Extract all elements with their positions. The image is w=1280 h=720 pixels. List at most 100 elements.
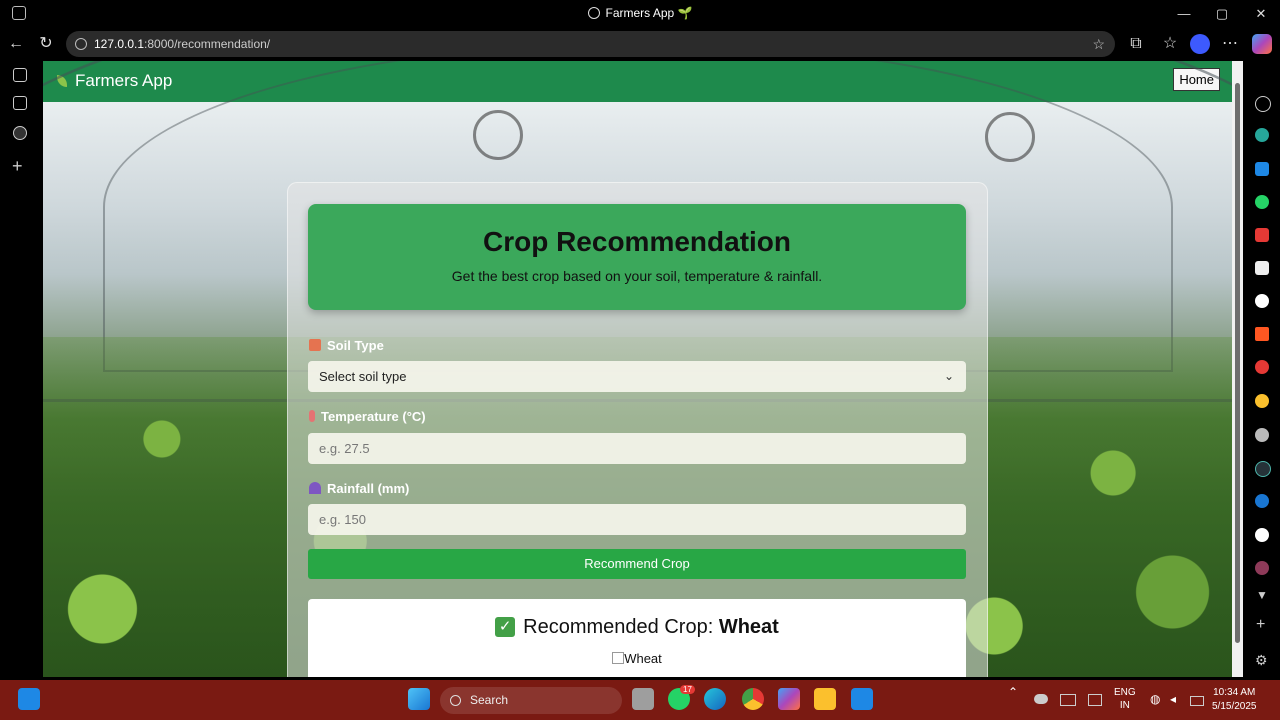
refresh-button[interactable]: ↻ [36,34,56,54]
network-icon[interactable]: ◍ [1150,693,1160,706]
onedrive-icon[interactable] [1034,694,1048,704]
more-menu-icon[interactable]: ⋯ [1220,34,1240,54]
favorite-star-icon[interactable]: ☆ [1092,31,1105,57]
browser-toolbar: ← ↻ 127.0.0.1:8000/recommendation/ ☆ ⧉ ☆… [0,28,1280,60]
crop-image-placeholder: Wheat [612,651,662,666]
soil-type-select[interactable]: Select soil type ⌄ [308,361,966,392]
page-title: Crop Recommendation [482,226,792,257]
result-prefix: Recommended Crop: [523,616,719,638]
github-icon[interactable] [1255,294,1269,308]
region-code: IN [1119,700,1130,711]
recommend-crop-button[interactable]: Recommend Crop [308,549,966,579]
taskbar-search-label: Search [470,693,509,707]
soil-type-label-text: Soil Type [327,338,384,353]
display-icon[interactable] [1088,694,1102,706]
sidebar-app-icon-6[interactable] [1255,494,1269,508]
edge-icon[interactable] [704,688,726,710]
chevron-down-icon[interactable]: ▼ [1256,588,1268,602]
youtube-icon[interactable] [1255,228,1269,242]
soil-type-selected: Select soil type [319,369,407,384]
recommendation-card: Crop Recommendation Get the best crop ba… [287,182,988,677]
address-bar[interactable]: 127.0.0.1:8000/recommendation/ ☆ [66,31,1115,57]
clock-time: 10:34 AM [1213,687,1256,698]
show-hidden-icons[interactable]: ⌃ [1008,686,1018,699]
minimize-button[interactable]: — [1172,4,1196,24]
new-tab-icon[interactable]: + [12,156,23,177]
page-viewport: Farmers App Home Crop Recommendation Get… [43,61,1232,677]
whatsapp-icon[interactable] [1255,195,1269,209]
maximize-button[interactable]: ▢ [1210,4,1234,24]
widgets-icon[interactable] [18,688,40,710]
google-icon[interactable] [1255,528,1269,542]
profile-t-icon[interactable] [1255,561,1269,575]
recommended-crop: Wheat [718,616,779,638]
clock-date: 5/15/2025 [1212,701,1257,712]
rainfall-label-text: Rainfall (mm) [327,481,410,496]
back-button[interactable]: ← [6,34,26,54]
windows-taskbar: Search 17 ⌃ ENG IN ◍ ◂ 10:34 AM 5/15/2025 [0,680,1280,720]
sidebar-app-icon-3[interactable] [1255,327,1269,341]
result-line: ✓ Recommended Crop: Wheat [308,616,966,639]
thermometer-icon [309,410,315,422]
sidebar-app-icon[interactable] [1255,128,1269,142]
add-sidebar-icon[interactable]: + [1256,616,1265,634]
broken-image-icon [612,652,625,664]
globe-icon [587,7,600,19]
sidebar-app-icon-4[interactable] [1255,394,1269,408]
chrome-icon[interactable] [742,688,764,710]
copilot-taskbar-icon[interactable] [778,688,800,710]
volume-icon[interactable]: ◂ [1170,693,1176,706]
fan-left [473,110,523,160]
fan-right [985,112,1035,162]
greenhouse-background: Crop Recommendation Get the best crop ba… [43,61,1232,677]
temperature-label: Temperature (°C) [309,409,426,424]
window-title-text: Farmers App 🌱 [605,6,693,20]
window-title: Farmers App 🌱 [0,6,1280,20]
language-code: ENG [1114,687,1136,698]
favorites-icon[interactable]: ☆ [1160,34,1180,54]
temperature-input[interactable]: e.g. 27.5 [308,433,966,464]
chevron-down-icon: ⌄ [943,369,954,383]
whatsapp-badge: 17 [680,685,695,694]
task-view-icon[interactable] [632,688,654,710]
hero-banner: Crop Recommendation Get the best crop ba… [308,204,966,310]
tab-icon[interactable] [13,96,27,110]
taskbar-search[interactable]: Search [440,687,622,714]
keyboard-icon[interactable] [1060,694,1076,706]
sidebar-app-icon-5[interactable] [1255,461,1271,477]
language-indicator[interactable]: ENG IN [1114,686,1136,712]
settings-app-icon[interactable] [1255,428,1269,442]
search-icon[interactable] [1255,96,1271,112]
edge-sidebar: ▼ + ⚙ [1244,60,1280,678]
page-subtitle: Get the best crop based on your soil, te… [451,268,823,284]
close-window-button[interactable]: ✕ [1249,4,1273,24]
extensions-icon[interactable]: ⧉ [1126,34,1146,54]
umbrella-icon [309,482,321,494]
scrollbar-thumb[interactable] [1235,83,1240,643]
battery-icon[interactable] [1190,696,1204,706]
system-clock[interactable]: 10:34 AM 5/15/2025 [1212,686,1257,714]
start-button[interactable] [408,688,430,710]
vscode-icon[interactable] [851,688,873,710]
soil-type-label: Soil Type [309,338,384,353]
profile-avatar[interactable] [1190,34,1210,54]
rainfall-input[interactable]: e.g. 150 [308,504,966,535]
temperature-label-text: Temperature (°C) [321,409,426,424]
copilot-icon[interactable] [1252,34,1272,54]
sidebar-app-icon-2[interactable] [1255,261,1269,275]
gear-icon[interactable]: ⚙ [1255,652,1268,669]
active-tab-globe-icon[interactable] [13,126,27,140]
check-icon: ✓ [495,617,516,637]
result-panel: ✓ Recommended Crop: Wheat Wheat [308,599,966,677]
brick-icon [309,339,321,351]
youtube-music-icon[interactable] [1255,360,1269,374]
tab-actions-icon[interactable] [13,68,27,82]
vertical-tabs-rail: + [0,60,42,678]
rainfall-label: Rainfall (mm) [309,481,409,496]
search-icon [450,695,461,706]
page-scrollbar[interactable] [1232,61,1243,677]
site-info-icon[interactable] [75,38,87,50]
skype-icon[interactable] [1255,162,1269,176]
file-explorer-icon[interactable] [814,688,836,710]
url-path: :8000/recommendation/ [144,37,271,51]
